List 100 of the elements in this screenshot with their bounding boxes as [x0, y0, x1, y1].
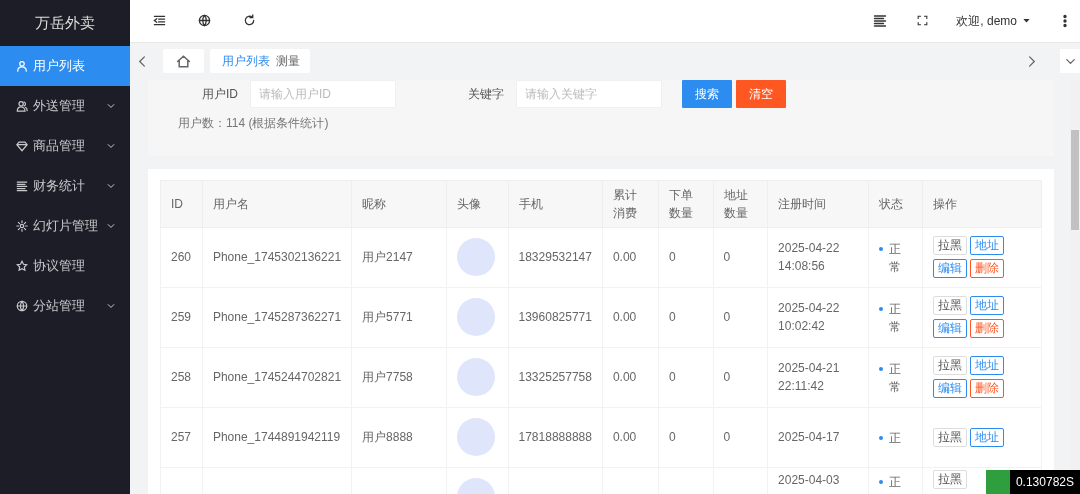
- sidebar-item[interactable]: 幻灯片管理: [0, 206, 130, 246]
- scrollbar[interactable]: [1070, 79, 1080, 470]
- table-cell: 用户5771: [362, 310, 413, 325]
- column-header: 操作: [932, 196, 957, 211]
- row-action-button[interactable]: 拉黑: [932, 427, 967, 447]
- table-cell-text: 2025-04-21 22:11:42: [778, 360, 841, 396]
- row-action-button[interactable]: 地址: [969, 296, 1004, 316]
- table-cell: 260: [171, 250, 192, 265]
- search-field[interactable]: 请输入关键字: [516, 79, 662, 108]
- table-cell: 0.00: [612, 310, 637, 325]
- table-cell: Phone_1745302136221: [212, 250, 342, 265]
- trace-badge[interactable]: 0.130782S: [985, 470, 1080, 494]
- table-cell: 0: [669, 310, 676, 325]
- user-icon: [16, 60, 28, 72]
- column-header: 昵称: [362, 196, 387, 211]
- status-dot: [879, 307, 884, 312]
- table-cell-text: 2025-04-03: [778, 471, 841, 489]
- row-action-button[interactable]: 地址: [969, 427, 1004, 447]
- table-cell: 0.00: [612, 250, 637, 265]
- row-action-button[interactable]: 编辑: [932, 319, 967, 339]
- row-action-button[interactable]: 删除: [969, 379, 1004, 399]
- row-action-button[interactable]: 拉黑: [932, 356, 967, 376]
- status-text: 正常: [889, 361, 903, 397]
- table-cell: 0.00: [612, 430, 637, 445]
- fullscreen-icon[interactable]: [917, 15, 929, 27]
- status-dot: [879, 436, 884, 441]
- row-action-button[interactable]: 拉黑: [932, 236, 967, 256]
- field-label: 用户ID: [201, 85, 239, 103]
- menu-collapse-icon[interactable]: [153, 14, 166, 28]
- row-action-button[interactable]: 拉黑: [932, 296, 967, 316]
- users-icon: [16, 100, 28, 112]
- row-action-button[interactable]: 地址: [969, 356, 1004, 376]
- column-header: 状态: [879, 196, 904, 211]
- search-field[interactable]: 请输入用户ID: [250, 79, 396, 108]
- refresh-icon[interactable]: [243, 14, 256, 28]
- table-cell: Phone_1745287362271: [212, 310, 342, 325]
- avatar-placeholder: [456, 358, 495, 397]
- sidebar-item[interactable]: 外送管理: [0, 86, 130, 126]
- brand-title: 万岳外卖: [34, 12, 96, 33]
- status-dot: [879, 367, 884, 372]
- column-header: 手机: [518, 196, 543, 211]
- table-cell: 0: [723, 430, 731, 445]
- column-header: 累计消费: [612, 187, 637, 220]
- row-action-button[interactable]: 编辑: [932, 379, 967, 399]
- sidebar-item[interactable]: 商品管理: [0, 126, 130, 166]
- align-left-icon[interactable]: [873, 13, 888, 28]
- sidebar-item[interactable]: 财务统计: [0, 166, 130, 206]
- status-dot: [879, 247, 884, 252]
- row-action-button[interactable]: 删除: [969, 319, 1004, 339]
- table-cell: Phone_1744891942119: [212, 430, 341, 445]
- column-header: 用户名: [212, 196, 249, 211]
- table-cell: 13960825771: [518, 310, 592, 325]
- table-cell-text: 2025-04-22 14:08:56: [778, 240, 841, 276]
- column-header: 地址数量: [723, 187, 748, 220]
- user-count-text: 用户数：114 (根据条件统计): [178, 114, 330, 132]
- table-cell: 0: [669, 250, 676, 265]
- table-cell: 0: [723, 370, 731, 385]
- table-cell: 用户7758: [362, 370, 413, 385]
- table-cell: 13325257758: [518, 370, 592, 385]
- list-lines-icon: [16, 180, 28, 192]
- table-cell: Phone_1745244702821: [212, 370, 342, 385]
- search-button[interactable]: 搜索: [682, 79, 732, 108]
- globe-icon: [16, 300, 28, 312]
- user-menu[interactable]: 欢迎, demo: [956, 11, 1017, 30]
- sidebar-item[interactable]: 用户列表: [0, 46, 130, 86]
- table-cell: 用户8888: [362, 430, 413, 445]
- table-cell: 18329532147: [518, 250, 592, 265]
- table-cell: 257: [171, 430, 192, 445]
- table-cell: 0: [723, 310, 731, 325]
- sidebar-item[interactable]: 分站管理: [0, 286, 130, 326]
- table-cell-text: 2025-04-17: [778, 429, 841, 447]
- home-icon[interactable]: [176, 53, 191, 69]
- avatar-placeholder: [456, 298, 495, 337]
- row-action-button[interactable]: 拉黑: [932, 469, 967, 489]
- logo-icon: [985, 470, 1010, 494]
- table-cell: 0: [669, 370, 676, 385]
- status-text: 正: [889, 473, 903, 491]
- tab[interactable]: 用户列表: [222, 52, 276, 71]
- avatar-placeholder: [456, 238, 495, 277]
- sidebar-item[interactable]: 协议管理: [0, 246, 130, 286]
- table-cell: 0: [669, 430, 676, 445]
- tab[interactable]: 测量: [276, 52, 306, 71]
- row-action-button[interactable]: 删除: [969, 259, 1004, 279]
- row-action-button[interactable]: 编辑: [932, 259, 967, 279]
- status-dot: [879, 479, 884, 484]
- star-icon: [16, 260, 28, 272]
- diamond-icon: [16, 140, 28, 152]
- gear-icon: [16, 220, 28, 232]
- field-label: 关键字: [467, 85, 505, 103]
- column-header: ID: [171, 196, 183, 211]
- table-cell: 用户2147: [362, 250, 413, 265]
- table-cell: 17818888888: [518, 430, 592, 445]
- globe-icon[interactable]: [198, 14, 211, 28]
- table-cell: 259: [171, 310, 192, 325]
- row-action-button[interactable]: 地址: [969, 236, 1004, 256]
- column-header: 头像: [456, 196, 481, 211]
- column-header: 注册时间: [778, 196, 827, 211]
- table-cell: 258: [171, 370, 192, 385]
- status-text: 正: [889, 430, 903, 448]
- table-cell: 0: [723, 250, 731, 265]
